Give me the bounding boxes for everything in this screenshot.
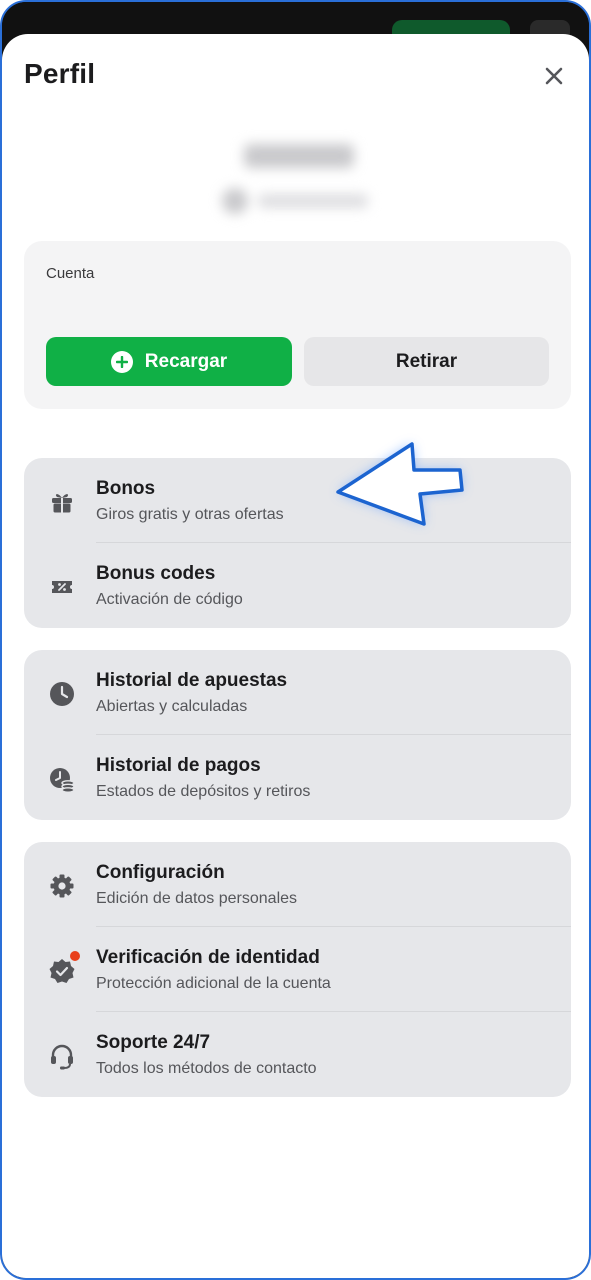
account-card: Cuenta Recargar Retirar [24, 241, 571, 409]
menu-item-subtitle: Estados de depósitos y retiros [96, 783, 311, 800]
close-icon [545, 67, 563, 85]
menu-item-title: Verificación de identidad [96, 947, 320, 968]
phone-frame: Perfil Cuenta Recargar Retirar Bonos Gir… [0, 0, 591, 1280]
menu-item-subtitle: Edición de datos personales [96, 890, 298, 907]
menu-group-history: Historial de apuestas Abiertas y calcula… [24, 650, 571, 820]
headset-icon [46, 1040, 78, 1072]
withdraw-button[interactable]: Retirar [304, 337, 549, 386]
menu-item-title: Historial de pagos [96, 755, 261, 776]
menu-item-settings[interactable]: Configuración Edición de datos personale… [24, 842, 571, 927]
payment-history-icon [46, 763, 78, 795]
recharge-label: Recargar [144, 350, 228, 372]
pointer-arrow-icon [336, 442, 464, 526]
menu-group-settings: Configuración Edición de datos personale… [24, 842, 571, 1097]
menu-item-bet-history[interactable]: Historial de apuestas Abiertas y calcula… [24, 650, 571, 735]
gear-icon [46, 870, 78, 902]
menu-item-bonos[interactable]: Bonos Giros gratis y otras ofertas [24, 458, 571, 543]
menu-item-subtitle: Giros gratis y otras ofertas [96, 506, 284, 523]
account-label: Cuenta [46, 265, 95, 282]
menu-item-title: Bonos [96, 478, 156, 499]
menu-item-title: Bonus codes [96, 563, 216, 584]
page-title: Perfil [24, 58, 96, 89]
menu-item-identity-verification[interactable]: Verificación de identidad Protección adi… [24, 927, 571, 1012]
menu-item-title: Historial de apuestas [96, 670, 288, 691]
withdraw-label: Retirar [395, 350, 458, 372]
menu-item-payment-history[interactable]: Historial de pagos Estados de depósitos … [24, 735, 571, 820]
menu-group-bonuses: Bonos Giros gratis y otras ofertas Bonus… [24, 458, 571, 628]
close-button[interactable] [538, 60, 570, 92]
menu-item-title: Configuración [96, 862, 225, 883]
profile-sheet: Perfil Cuenta Recargar Retirar Bonos Gir… [2, 34, 589, 1278]
gift-icon [46, 486, 78, 518]
menu-item-bonus-codes[interactable]: Bonus codes Activación de código [24, 543, 571, 628]
notification-dot [70, 951, 80, 961]
menu-item-subtitle: Protección adicional de la cuenta [96, 975, 331, 992]
blurred-user-info [192, 124, 412, 234]
menu-item-subtitle: Abiertas y calculadas [96, 698, 248, 715]
plus-circle-icon [110, 350, 133, 373]
recharge-button[interactable]: Recargar [46, 337, 292, 386]
menu-item-subtitle: Activación de código [96, 591, 243, 608]
menu-item-title: Soporte 24/7 [96, 1032, 211, 1053]
coupon-icon [46, 571, 78, 603]
clock-icon [46, 678, 78, 710]
menu-item-subtitle: Todos los métodos de contacto [96, 1060, 317, 1077]
menu-item-support[interactable]: Soporte 24/7 Todos los métodos de contac… [24, 1012, 571, 1097]
